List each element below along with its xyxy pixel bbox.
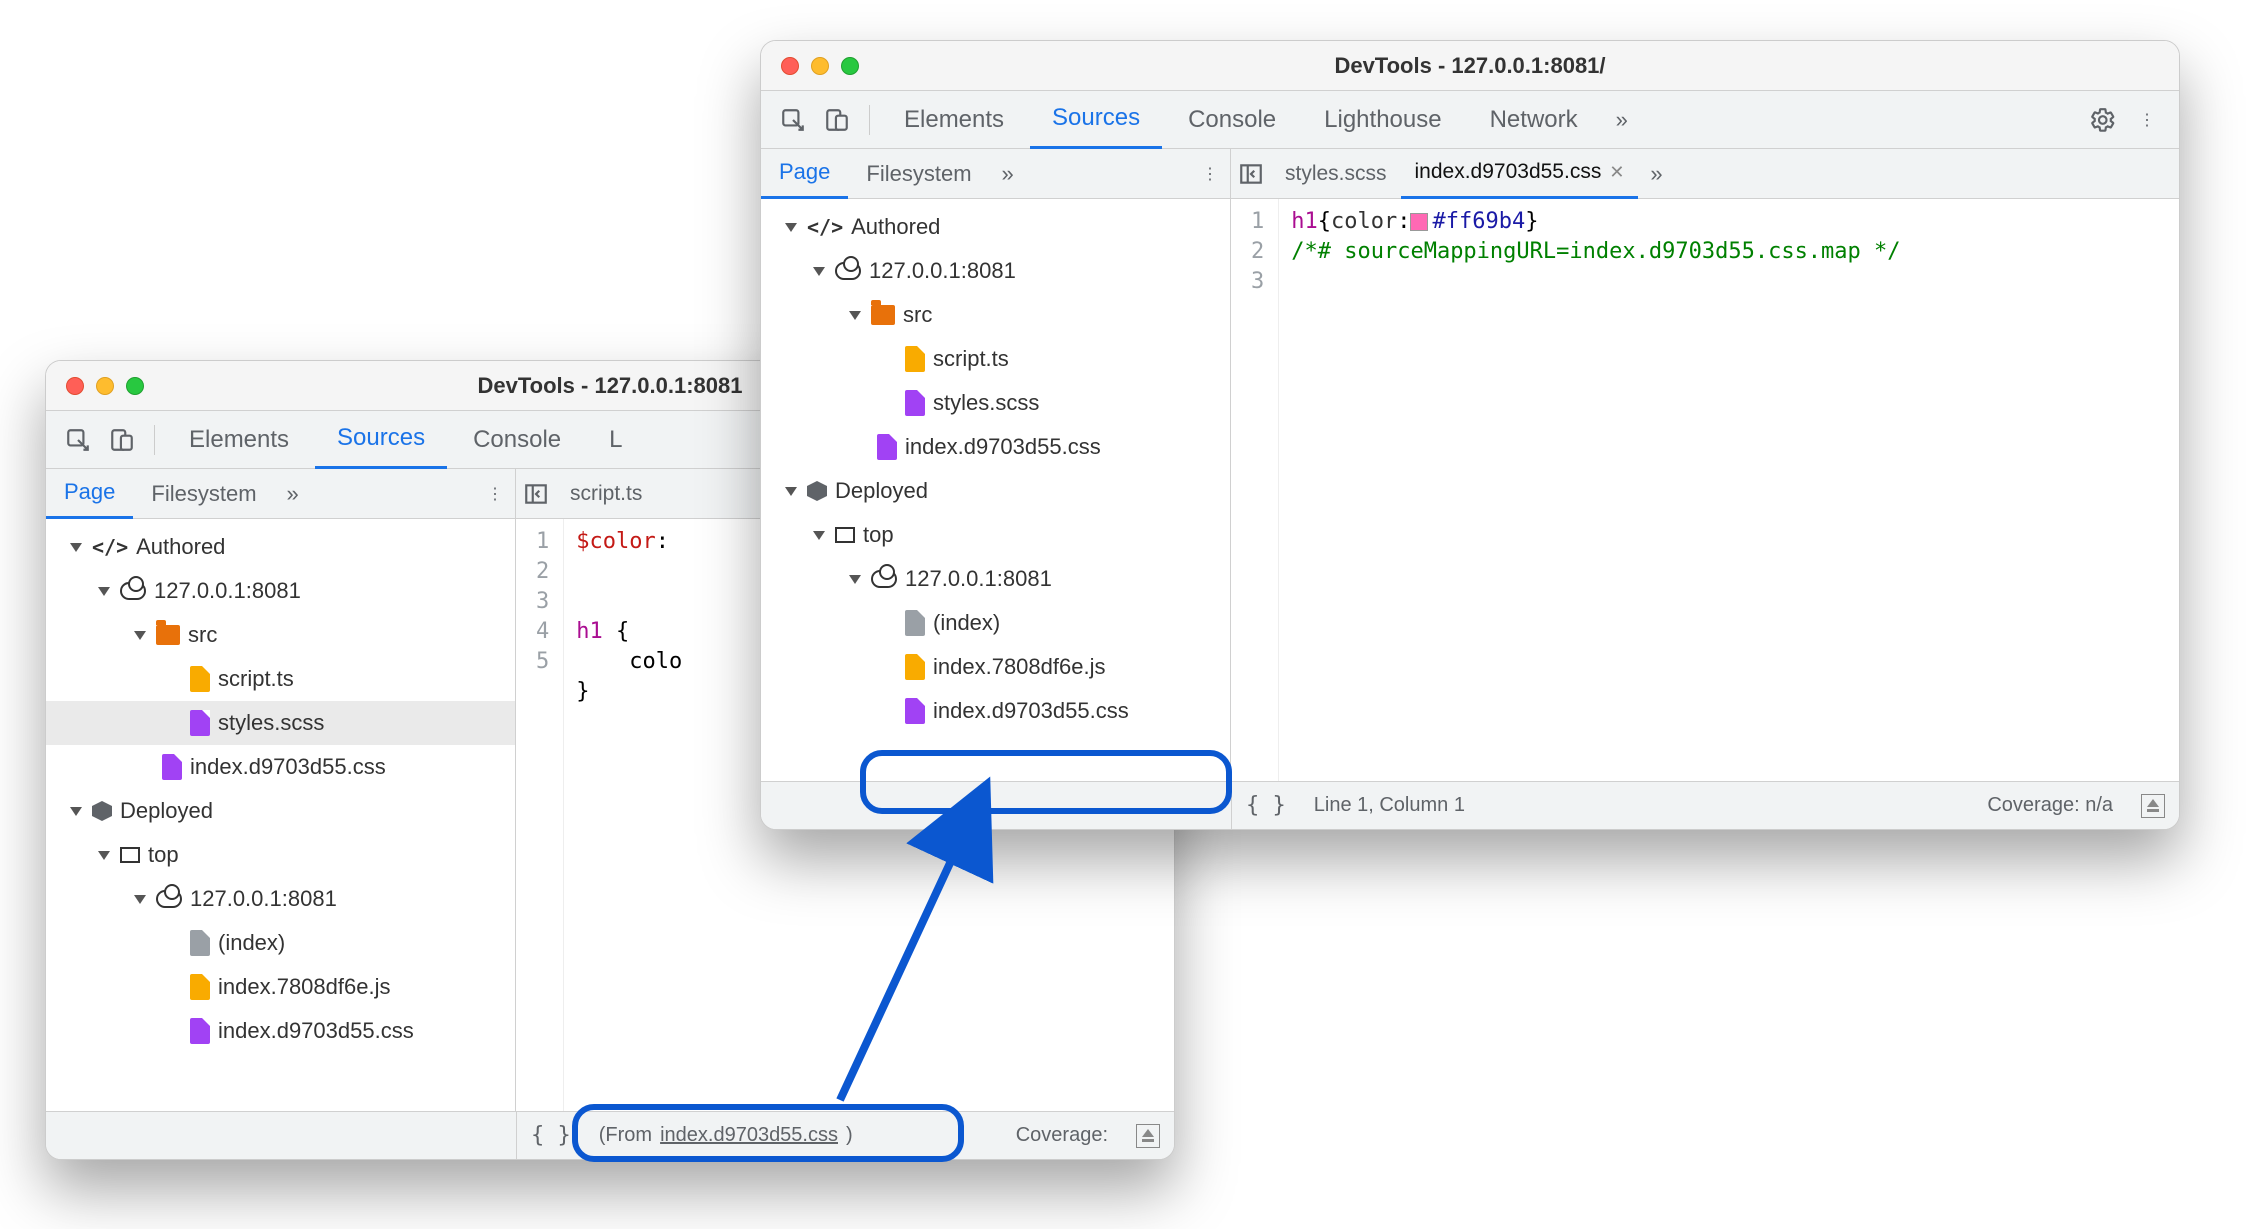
tree-file[interactable]: index.d9703d55.css: [761, 425, 1230, 469]
tree-file[interactable]: index.7808df6e.js: [761, 645, 1230, 689]
navigator-sidebar: </>Authored 127.0.0.1:8081 src script.ts…: [761, 199, 1231, 781]
subtab-filesystem[interactable]: Filesystem: [133, 469, 274, 519]
toolbar-divider: [154, 425, 155, 455]
tree-folder-src[interactable]: src: [46, 613, 515, 657]
tree-file[interactable]: styles.scss: [761, 381, 1230, 425]
tree-host[interactable]: 127.0.0.1:8081: [46, 569, 515, 613]
maximize-window-button[interactable]: [841, 57, 859, 75]
window-controls: [66, 377, 144, 395]
editor-tab-index-css[interactable]: index.d9703d55.css✕: [1401, 149, 1639, 199]
status-bar: { } Line 1, Column 1 Coverage: n/a: [761, 781, 2179, 829]
tree-group-deployed[interactable]: Deployed: [761, 469, 1230, 513]
tree-frame-top[interactable]: top: [761, 513, 1230, 557]
subtab-page[interactable]: Page: [46, 469, 133, 519]
editor-tabs-overflow-icon[interactable]: »: [1638, 161, 1674, 187]
maximize-window-button[interactable]: [126, 377, 144, 395]
tab-elements[interactable]: Elements: [167, 411, 311, 469]
tree-folder-src[interactable]: src: [761, 293, 1230, 337]
tree-file[interactable]: script.ts: [46, 657, 515, 701]
coverage-label: Coverage: n/a: [1973, 782, 2127, 829]
tree-file-selected[interactable]: styles.scss: [46, 701, 515, 745]
inspect-icon[interactable]: [58, 420, 98, 460]
tree-file[interactable]: index.7808df6e.js: [46, 965, 515, 1009]
tab-sources[interactable]: Sources: [1030, 91, 1162, 149]
tab-elements[interactable]: Elements: [882, 91, 1026, 149]
subtab-page[interactable]: Page: [761, 149, 848, 199]
code-content[interactable]: h1{color:#ff69b4} /*# sourceMappingURL=i…: [1279, 199, 1912, 781]
settings-gear-icon[interactable]: [2083, 100, 2123, 140]
navigator-toggle-icon[interactable]: [1231, 149, 1271, 199]
drawer-toggle-icon[interactable]: [1122, 1112, 1174, 1159]
editor-tab-styles-scss[interactable]: styles.scss: [1271, 149, 1401, 199]
status-bar: { } (From index.d9703d55.css) Coverage:: [46, 1111, 1174, 1159]
inspect-icon[interactable]: [773, 100, 813, 140]
tab-more-truncated[interactable]: L: [587, 411, 644, 469]
tree-host[interactable]: 127.0.0.1:8081: [761, 249, 1230, 293]
subtabs-overflow-icon[interactable]: »: [275, 481, 311, 507]
navigator-sidebar: </>Authored 127.0.0.1:8081 src script.ts…: [46, 519, 516, 1111]
tab-sources[interactable]: Sources: [315, 411, 447, 469]
window-title: DevTools - 127.0.0.1:8081/: [761, 53, 2179, 79]
subtab-filesystem[interactable]: Filesystem: [848, 149, 989, 199]
coverage-label: Coverage:: [1002, 1112, 1122, 1159]
source-from-label: (From index.d9703d55.css): [585, 1112, 867, 1159]
device-toggle-icon[interactable]: [102, 420, 142, 460]
tab-console[interactable]: Console: [451, 411, 583, 469]
source-from-link[interactable]: index.d9703d55.css: [660, 1124, 838, 1147]
tree-host[interactable]: 127.0.0.1:8081: [761, 557, 1230, 601]
sub-toolbar: Page Filesystem » ⋮ styles.scss index.d9…: [761, 149, 2179, 199]
kebab-menu-icon[interactable]: ⋮: [2127, 100, 2167, 140]
device-toggle-icon[interactable]: [817, 100, 857, 140]
tree-group-deployed[interactable]: Deployed: [46, 789, 515, 833]
code-editor[interactable]: 1 2 3 h1{color:#ff69b4} /*# sourceMappin…: [1231, 199, 2179, 781]
close-window-button[interactable]: [781, 57, 799, 75]
tree-group-authored[interactable]: </>Authored: [761, 205, 1230, 249]
devtools-window-right: DevTools - 127.0.0.1:8081/ Elements Sour…: [760, 40, 2180, 830]
cursor-position-label: Line 1, Column 1: [1300, 782, 1479, 829]
drawer-toggle-icon[interactable]: [2127, 782, 2179, 829]
toolbar-divider: [869, 105, 870, 135]
tree-file[interactable]: index.d9703d55.css: [46, 745, 515, 789]
line-gutter: 1 2 3: [1231, 199, 1279, 781]
line-gutter: 1 2 3 4 5: [516, 519, 564, 1111]
tree-file[interactable]: (index): [46, 921, 515, 965]
pretty-print-button[interactable]: { }: [516, 1112, 585, 1159]
tree-file[interactable]: script.ts: [761, 337, 1230, 381]
editor-tab-script-ts[interactable]: script.ts: [556, 469, 656, 519]
tree-frame-top[interactable]: top: [46, 833, 515, 877]
window-controls: [781, 57, 859, 75]
tab-console[interactable]: Console: [1166, 91, 1298, 149]
minimize-window-button[interactable]: [811, 57, 829, 75]
tree-file[interactable]: (index): [761, 601, 1230, 645]
main-toolbar: Elements Sources Console Lighthouse Netw…: [761, 91, 2179, 149]
subtabs-overflow-icon[interactable]: »: [990, 161, 1026, 187]
code-content[interactable]: $color: h1 { colo }: [564, 519, 694, 1111]
tab-lighthouse[interactable]: Lighthouse: [1302, 91, 1463, 149]
color-swatch[interactable]: [1410, 213, 1428, 231]
tree-file-highlighted[interactable]: index.d9703d55.css: [761, 689, 1230, 733]
tree-file[interactable]: index.d9703d55.css: [46, 1009, 515, 1053]
close-window-button[interactable]: [66, 377, 84, 395]
kebab-menu-icon[interactable]: ⋮: [1190, 149, 1230, 199]
pretty-print-button[interactable]: { }: [1231, 782, 1300, 829]
tree-group-authored[interactable]: </>Authored: [46, 525, 515, 569]
kebab-menu-icon[interactable]: ⋮: [475, 469, 515, 519]
close-icon[interactable]: ✕: [1609, 162, 1624, 183]
titlebar: DevTools - 127.0.0.1:8081/: [761, 41, 2179, 91]
tab-network[interactable]: Network: [1468, 91, 1600, 149]
tree-host[interactable]: 127.0.0.1:8081: [46, 877, 515, 921]
navigator-toggle-icon[interactable]: [516, 469, 556, 519]
tabs-overflow-icon[interactable]: »: [1604, 107, 1640, 133]
minimize-window-button[interactable]: [96, 377, 114, 395]
